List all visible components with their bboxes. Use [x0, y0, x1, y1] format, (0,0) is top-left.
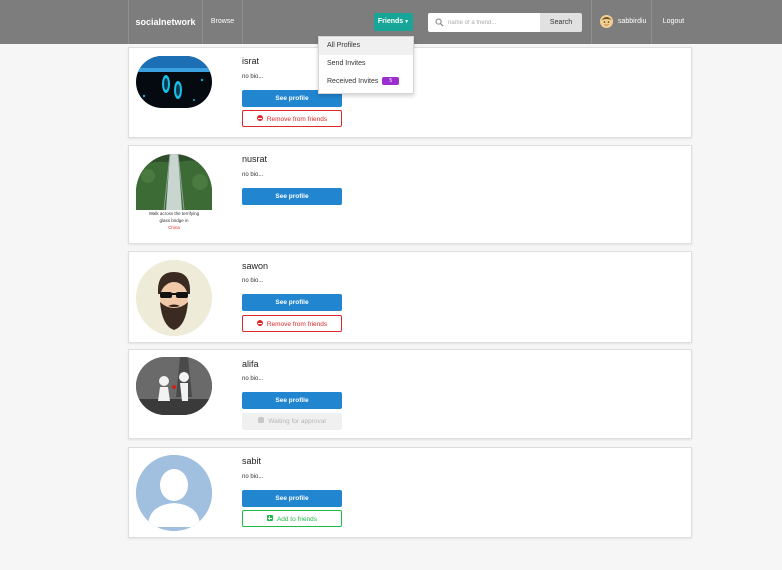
default-user-icon	[136, 455, 212, 531]
invites-count-badge: 5	[382, 77, 400, 86]
bearded-man-illustration	[136, 260, 212, 336]
minus-circle-icon	[256, 320, 263, 327]
user-icon	[258, 417, 265, 424]
profile-name[interactable]: sawon	[242, 261, 268, 271]
profile-bio: no bio...	[242, 74, 264, 80]
search-form: Search	[428, 13, 584, 32]
search-input[interactable]	[448, 13, 538, 32]
search-icon	[435, 18, 444, 27]
profile-name[interactable]: alifa	[242, 359, 259, 369]
minus-circle-icon	[256, 115, 263, 122]
menu-item-received-invites[interactable]: Received Invites 5	[319, 73, 413, 91]
profile-name[interactable]: israt	[242, 56, 259, 66]
profile-card: alifa no bio... See profile Waiting for …	[128, 349, 692, 439]
profile-card: sabit no bio... See profile Add to frien…	[128, 447, 692, 538]
profile-avatar	[136, 455, 212, 531]
caption-place: China	[168, 225, 180, 230]
friends-button-label: Friends	[377, 18, 404, 25]
glowing-footprints-image	[136, 56, 212, 108]
profile-avatar	[136, 260, 212, 336]
menu-item-send-invites[interactable]: Send Invites	[319, 55, 413, 73]
image-caption: Walk across the terrifying glass bridge …	[136, 210, 212, 231]
user-avatar	[600, 15, 613, 28]
see-profile-button[interactable]: See profile	[242, 294, 342, 311]
remove-friend-button[interactable]: Remove from friends	[242, 110, 342, 127]
profile-avatar	[136, 357, 212, 415]
menu-item-label: All Profiles	[327, 42, 361, 49]
add-friend-label: Add to friends	[276, 516, 318, 523]
brand-logo[interactable]: socialnetwork	[128, 0, 203, 44]
remove-friend-label: Remove from friends	[266, 116, 328, 123]
profile-card: Walk across the terrifying glass bridge …	[128, 145, 692, 244]
user-face-icon	[600, 15, 613, 28]
waiting-approval-label: Waiting for approval	[268, 418, 326, 425]
menu-item-label: Send Invites	[327, 60, 366, 67]
menu-item-label: Received Invites	[327, 78, 379, 85]
caption-line: Walk across the terrifying	[148, 211, 200, 216]
profile-bio: no bio...	[242, 376, 264, 382]
plus-square-icon	[266, 515, 273, 522]
see-profile-button[interactable]: See profile	[242, 188, 342, 205]
search-box	[428, 13, 540, 32]
profile-bio: no bio...	[242, 172, 264, 178]
menu-item-all-profiles[interactable]: All Profiles	[319, 37, 413, 55]
caret-down-icon: ▼	[404, 19, 410, 25]
glass-bridge-image	[136, 154, 212, 210]
proposal-figures-image	[136, 357, 212, 415]
profile-card: sawon no bio... See profile Remove from …	[128, 251, 692, 343]
search-button[interactable]: Search	[540, 13, 582, 32]
friends-dropdown-button[interactable]: Friends▼	[374, 13, 413, 31]
logout-link[interactable]: Logout	[654, 0, 693, 44]
caption-line: glass bridge in	[159, 218, 189, 223]
profile-name[interactable]: nusrat	[242, 154, 267, 164]
user-menu[interactable]: sabbirdiu	[591, 0, 652, 44]
add-friend-button[interactable]: Add to friends	[242, 510, 342, 527]
profile-name[interactable]: sabit	[242, 456, 261, 466]
profile-avatar	[136, 56, 212, 108]
waiting-approval-button: Waiting for approval	[242, 413, 342, 430]
see-profile-button[interactable]: See profile	[242, 490, 342, 507]
nav-browse-link[interactable]: Browse	[203, 0, 243, 44]
remove-friend-button[interactable]: Remove from friends	[242, 315, 342, 332]
profile-avatar: Walk across the terrifying glass bridge …	[136, 154, 212, 242]
see-profile-button[interactable]: See profile	[242, 392, 342, 409]
profile-bio: no bio...	[242, 474, 264, 480]
user-name: sabbirdiu	[618, 18, 647, 25]
profile-bio: no bio...	[242, 278, 264, 284]
remove-friend-label: Remove from friends	[266, 321, 328, 328]
friends-dropdown-menu: All Profiles Send Invites Received Invit…	[318, 36, 414, 94]
